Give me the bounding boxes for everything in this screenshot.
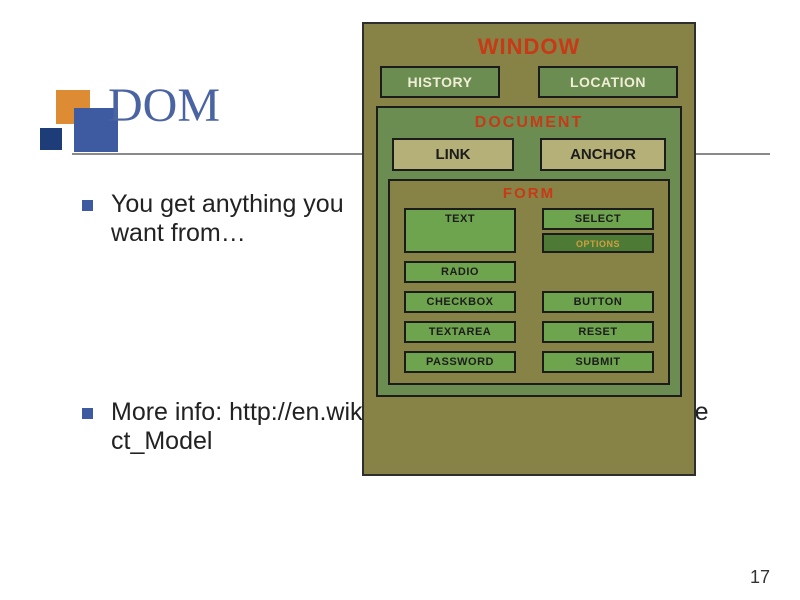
select-stack: SELECT OPTIONS: [542, 208, 654, 253]
form-container: FORM TEXT SELECT OPTIONS RADIO CHECKBOX …: [388, 179, 670, 385]
location-box: LOCATION: [538, 66, 678, 98]
document-container: DOCUMENT LINK ANCHOR FORM TEXT SELECT OP…: [376, 106, 682, 397]
text-box: TEXT: [404, 208, 516, 253]
options-box: OPTIONS: [542, 233, 654, 253]
reset-box: RESET: [542, 321, 654, 343]
form-elements-grid: TEXT SELECT OPTIONS RADIO CHECKBOX BUTTO…: [398, 208, 660, 373]
body-content: You get anything you want from… More inf…: [82, 190, 382, 456]
form-label: FORM: [398, 185, 660, 208]
window-children-row: HISTORY LOCATION: [374, 66, 684, 106]
bullet-text: You get anything you want from…: [111, 190, 382, 248]
bullet-item: You get anything you want from…: [82, 190, 382, 248]
select-box: SELECT: [542, 208, 654, 230]
bullet-icon: [82, 200, 93, 211]
document-children-row: LINK ANCHOR: [386, 138, 672, 179]
window-label: WINDOW: [374, 30, 684, 66]
deco-square-blue-small: [40, 128, 62, 150]
dom-hierarchy-diagram: WINDOW HISTORY LOCATION DOCUMENT LINK AN…: [362, 22, 696, 476]
document-label: DOCUMENT: [386, 112, 672, 138]
bullet-icon: [82, 408, 93, 419]
slide-title: DOM: [108, 78, 220, 133]
history-box: HISTORY: [380, 66, 500, 98]
password-box: PASSWORD: [404, 351, 516, 373]
checkbox-box: CHECKBOX: [404, 291, 516, 313]
textarea-box: TEXTAREA: [404, 321, 516, 343]
link-box: LINK: [392, 138, 514, 171]
radio-box: RADIO: [404, 261, 516, 283]
anchor-box: ANCHOR: [540, 138, 666, 171]
submit-box: SUBMIT: [542, 351, 654, 373]
page-number: 17: [750, 567, 770, 588]
button-box: BUTTON: [542, 291, 654, 313]
